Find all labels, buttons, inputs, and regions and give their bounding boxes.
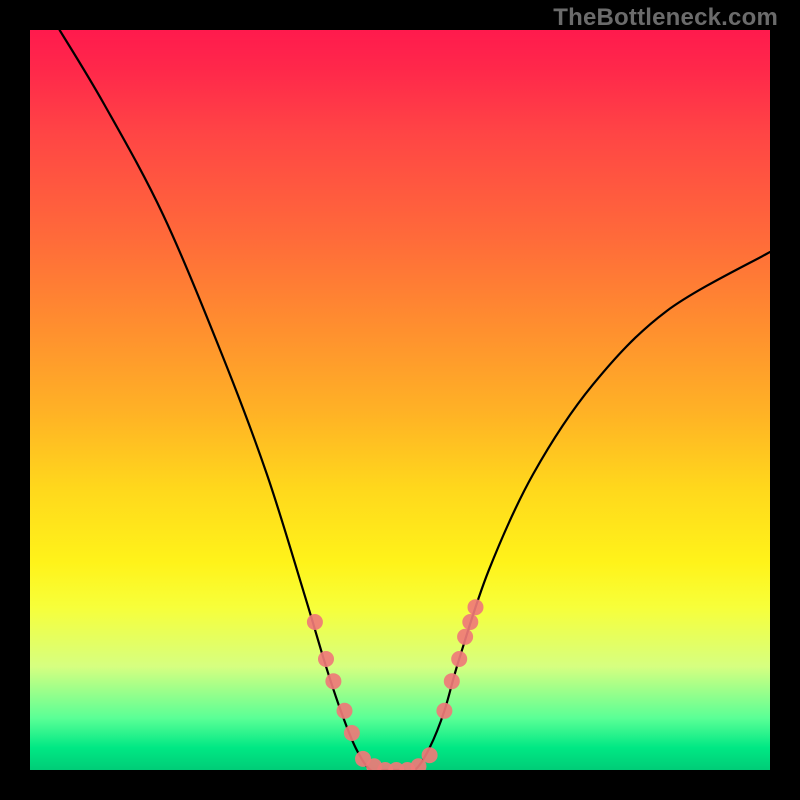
data-marker [325, 673, 341, 689]
data-marker [318, 651, 334, 667]
data-marker [307, 614, 323, 630]
data-marker [337, 703, 353, 719]
data-marker [462, 614, 478, 630]
attribution-text: TheBottleneck.com [553, 4, 778, 32]
data-marker [344, 725, 360, 741]
curve-layer [30, 30, 770, 770]
data-marker [451, 651, 467, 667]
marker-group [307, 599, 484, 770]
data-marker [468, 599, 484, 615]
chart-frame: TheBottleneck.com [0, 0, 800, 800]
bottleneck-curve [60, 30, 770, 770]
data-marker [457, 629, 473, 645]
plot-area [30, 30, 770, 770]
data-marker [436, 703, 452, 719]
data-marker [422, 747, 438, 763]
data-marker [444, 673, 460, 689]
